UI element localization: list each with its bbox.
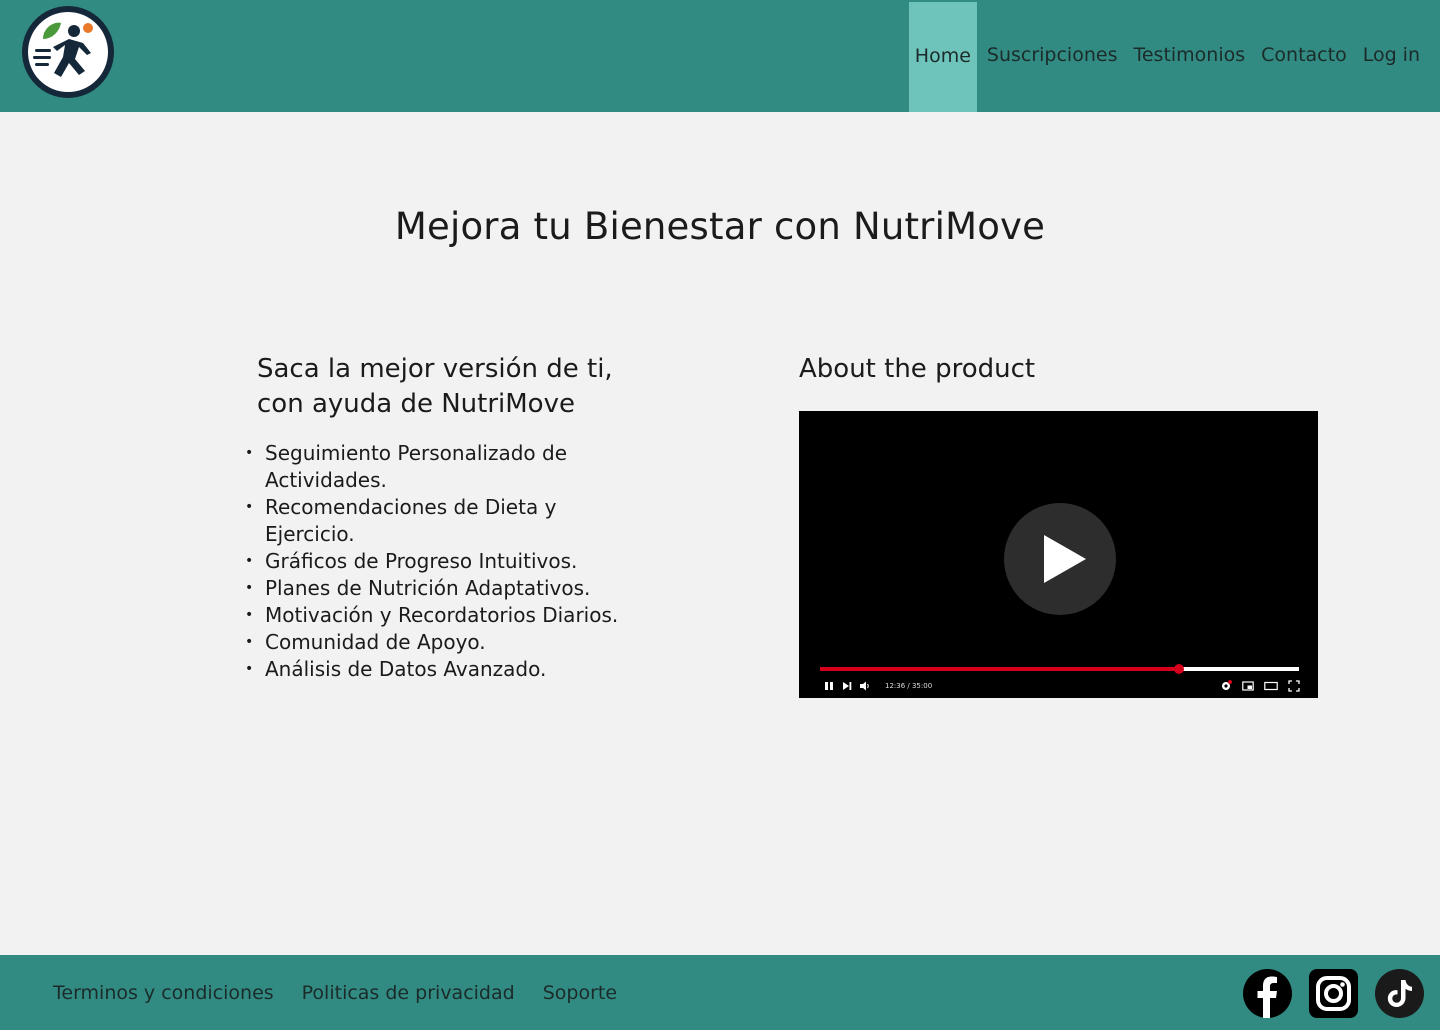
facebook-icon[interactable] [1243,969,1292,1018]
settings-icon[interactable] [1220,680,1232,692]
video-progress-bar[interactable] [820,664,1299,674]
play-icon [1044,535,1086,583]
about-heading: About the product [799,354,1036,384]
list-item: Comunidad de Apoyo. [245,629,625,656]
tiktok-icon[interactable] [1375,969,1424,1018]
video-controls-left: 12:36 / 35:00 [823,680,932,692]
nav-home[interactable]: Home [908,1,977,112]
nav-testimonios[interactable]: Testimonios [1127,0,1251,112]
list-item: Seguimiento Personalizado de Actividades… [245,440,625,494]
main-nav: Home Suscripciones Testimonios Contacto … [905,0,1426,112]
social-links [1243,969,1424,1018]
list-item: Planes de Nutrición Adaptativos. [245,575,625,602]
site-footer: Terminos y condiciones Politicas de priv… [0,955,1440,1030]
features-heading: Saca la mejor versión de ti, con ayuda d… [257,354,613,419]
video-time: 12:36 / 35:00 [885,682,933,690]
fullscreen-icon[interactable] [1288,680,1300,692]
terms-link[interactable]: Terminos y condiciones [53,982,274,1004]
theater-mode-icon[interactable] [1264,680,1278,692]
support-link[interactable]: Soporte [543,982,617,1004]
about-section: About the product 12:36 / 35:00 [799,352,1319,698]
miniplayer-icon[interactable] [1242,680,1254,692]
play-button[interactable] [1004,503,1116,615]
nutrimove-logo[interactable] [21,5,115,99]
pause-icon[interactable] [823,680,835,692]
instagram-icon[interactable] [1309,969,1358,1018]
list-item: Recomendaciones de Dieta y Ejercicio. [245,494,625,548]
site-header: Home Suscripciones Testimonios Contacto … [0,0,1440,112]
volume-icon[interactable] [859,680,871,692]
features-section: Saca la mejor versión de ti, con ayuda d… [245,352,657,683]
video-controls-right [1220,680,1300,692]
nav-suscripciones[interactable]: Suscripciones [981,0,1124,112]
list-item: Análisis de Datos Avanzado. [245,656,625,683]
progress-played [820,667,1180,671]
video-player[interactable]: 12:36 / 35:00 [799,411,1318,698]
nav-contacto[interactable]: Contacto [1255,0,1353,112]
footer-links: Terminos y condiciones Politicas de priv… [53,955,617,1030]
page-title: Mejora tu Bienestar con NutriMove [394,205,1046,248]
list-item: Gráficos de Progreso Intuitivos. [245,548,625,575]
privacy-link[interactable]: Politicas de privacidad [302,982,515,1004]
features-list: Seguimiento Personalizado de Actividades… [245,440,657,683]
next-icon[interactable] [841,680,853,692]
progress-scrubber[interactable] [1174,664,1185,674]
nav-login[interactable]: Log in [1357,0,1426,112]
list-item: Motivación y Recordatorios Diarios. [245,602,625,629]
